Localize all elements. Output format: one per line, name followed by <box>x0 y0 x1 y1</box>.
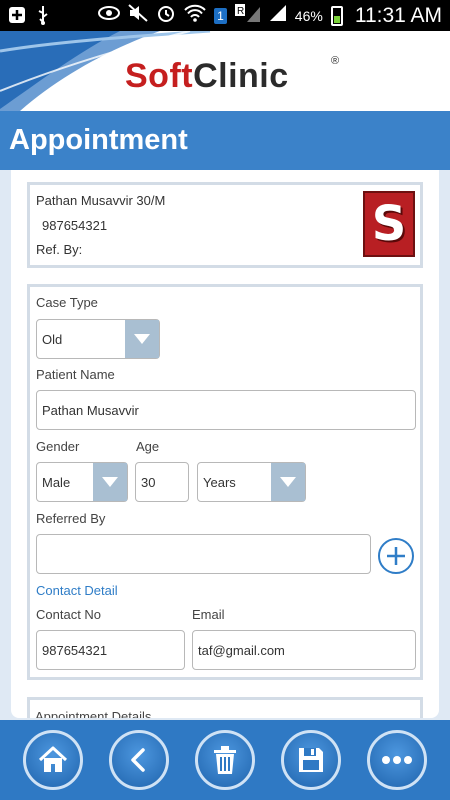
patient-name-age: Pathan Musavvir 30/M <box>36 193 166 208</box>
contact-no-input[interactable]: 987654321 <box>36 630 185 670</box>
appointment-details-label: Appointment Details <box>35 709 152 718</box>
referred-by-input[interactable] <box>36 534 371 574</box>
sim-badge: 1 <box>214 8 227 24</box>
softclinic-s-logo: S <box>363 191 415 257</box>
bottom-toolbar <box>0 720 450 800</box>
case-type-value: Old <box>42 331 63 347</box>
registered-mark: ® <box>331 55 340 67</box>
save-button[interactable] <box>281 730 341 790</box>
battery-icon <box>330 6 343 26</box>
patient-phone: 987654321 <box>42 218 108 233</box>
age-unit-select[interactable]: Years <box>197 462 306 502</box>
appointment-details-panel: Appointment Details <box>27 697 423 718</box>
age-value: 30 <box>141 474 156 490</box>
chevron-down-icon <box>93 463 127 501</box>
contact-detail-link[interactable]: Contact Detail <box>36 583 118 598</box>
add-notification-icon <box>8 6 26 30</box>
status-time: 11:31 AM <box>354 4 442 27</box>
mute-icon <box>128 4 148 28</box>
eye-icon <box>98 6 121 26</box>
contact-no-label: Contact No <box>36 607 102 622</box>
brand-logo: SoftClinic <box>125 57 289 96</box>
s-logo-letter: S <box>371 196 407 252</box>
trash-icon <box>214 746 236 774</box>
more-icon <box>382 756 412 764</box>
signal-icon <box>269 4 287 28</box>
appointment-form: Case Type Old Patient Name Pathan Musavv… <box>27 284 423 680</box>
plus-icon <box>387 547 405 565</box>
gender-value: Male <box>42 474 71 490</box>
contact-no-value: 987654321 <box>42 642 108 658</box>
alarm-icon <box>156 3 176 29</box>
brand-name-clinic: Clinic <box>193 57 289 95</box>
email-value: taf@gmail.com <box>198 642 285 658</box>
referred-by-label: Referred By <box>36 511 106 526</box>
brand-name-soft: Soft <box>125 57 194 95</box>
patient-name-input[interactable]: Pathan Musavvir <box>36 390 416 430</box>
battery-percent: 46% <box>294 8 323 24</box>
email-input[interactable]: taf@gmail.com <box>192 630 416 670</box>
page-header: Appointment <box>0 111 450 170</box>
wifi-icon <box>184 4 206 28</box>
delete-button[interactable] <box>195 730 255 790</box>
patient-name-value: Pathan Musavvir <box>42 402 139 418</box>
status-bar: 1 R 46% 11:31 AM <box>0 0 450 31</box>
case-type-label: Case Type <box>36 295 98 310</box>
more-button[interactable] <box>367 730 427 790</box>
home-button[interactable] <box>23 730 83 790</box>
home-icon <box>38 746 68 772</box>
page-title: Appointment <box>9 124 188 156</box>
back-button[interactable] <box>109 730 169 790</box>
gender-select[interactable]: Male <box>36 462 128 502</box>
age-unit-value: Years <box>203 474 236 490</box>
email-label: Email <box>192 607 225 622</box>
age-label: Age <box>136 439 160 454</box>
chevron-down-icon <box>125 320 159 358</box>
patient-name-label: Patient Name <box>36 367 115 382</box>
patient-summary-card: Pathan Musavvir 30/M 987654321 Ref. By: … <box>27 182 423 268</box>
roaming-signal-icon: R <box>234 3 261 29</box>
content-area[interactable]: Pathan Musavvir 30/M 987654321 Ref. By: … <box>11 170 439 718</box>
save-icon <box>299 748 323 772</box>
ref-by-label: Ref. By: <box>36 242 83 257</box>
gender-label: Gender <box>36 439 80 454</box>
chevron-down-icon <box>271 463 305 501</box>
usb-icon <box>36 5 50 31</box>
age-input[interactable]: 30 <box>135 462 189 502</box>
back-icon <box>131 748 145 772</box>
brand-header: SoftClinic ® <box>0 31 450 111</box>
svg-text:R: R <box>237 6 244 17</box>
add-referrer-button[interactable] <box>378 538 414 574</box>
case-type-select[interactable]: Old <box>36 319 160 359</box>
